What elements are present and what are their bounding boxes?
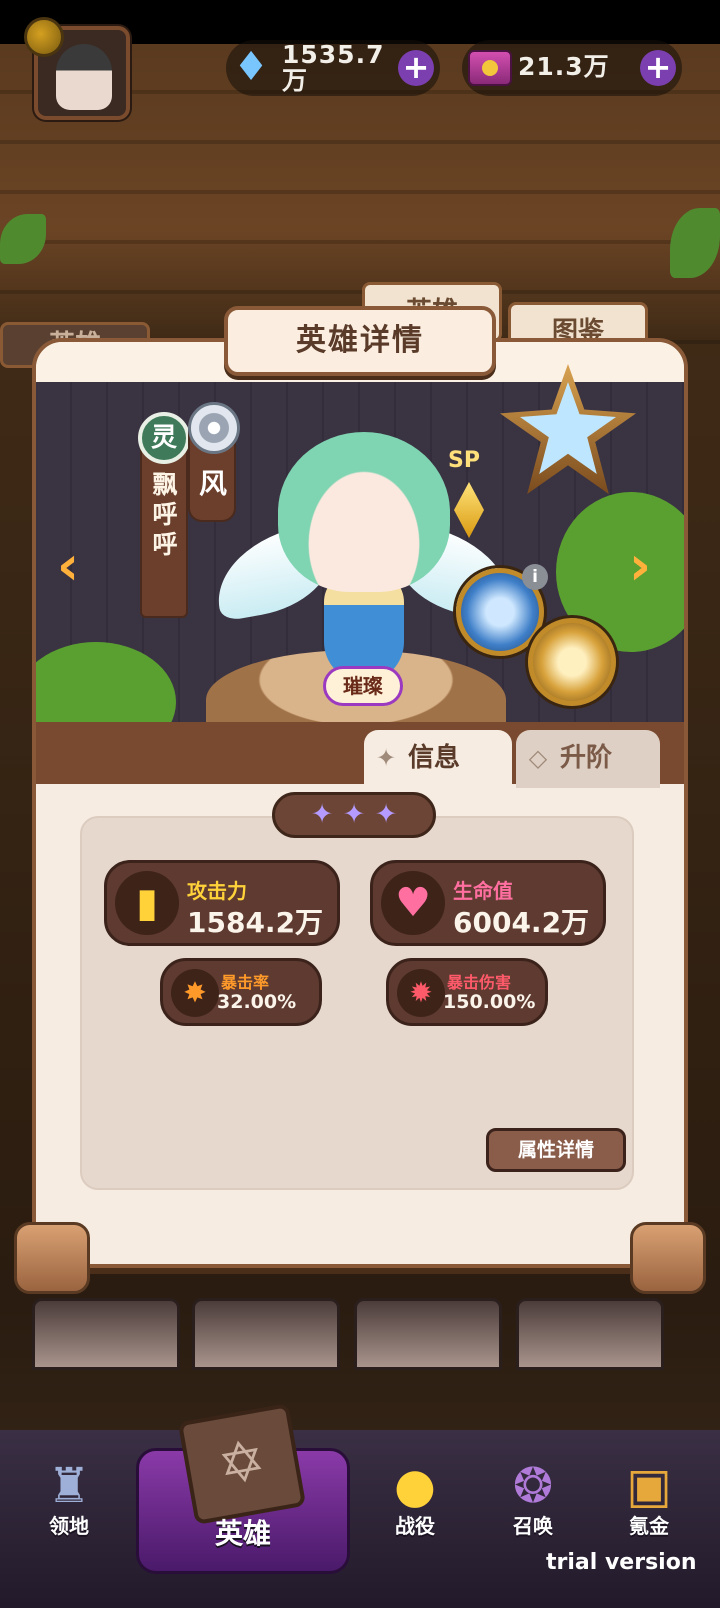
race-icon: 灵 — [138, 412, 190, 464]
hero-name: 飘呼呼 — [152, 470, 178, 559]
nav-battle[interactable]: ● 战役 — [360, 1446, 470, 1576]
crit-damage-icon: ✹ — [397, 969, 445, 1017]
avatar-portrait — [56, 44, 112, 110]
crit-rate-stat: ✸ 暴击率 32.00% — [160, 958, 322, 1026]
gem-value: 1535.7 万 — [282, 40, 385, 95]
tab-info-label: 信息 — [408, 743, 461, 773]
grade-label: SP — [448, 448, 480, 473]
diamond-outline-icon: ◇ — [528, 744, 548, 772]
hero-card[interactable] — [354, 1298, 502, 1370]
crit-damage-stat: ✹ 暴击伤害 150.00% — [386, 958, 548, 1026]
level-badge — [24, 17, 64, 57]
trial-watermark: trial version — [546, 1550, 697, 1575]
next-hero-arrow[interactable]: › — [620, 536, 660, 600]
wind-icon — [188, 402, 240, 454]
star-level-plate: ✦ ✦ ✦ — [272, 792, 436, 838]
tab-upgrade[interactable]: ◇ 升阶 — [516, 730, 660, 788]
attack-label: 攻击力 — [187, 879, 247, 903]
star-icon: ✦ — [374, 799, 398, 830]
crit-icon: ✸ — [171, 969, 219, 1017]
rarity-badge: 璀璨 — [323, 666, 403, 706]
hp-value: 6004.2万 — [453, 906, 590, 939]
crit-rate-value: 32.00% — [217, 991, 297, 1013]
hero-stage: 璀璨 灵 飘呼呼 风 SP ‹ › i — [36, 342, 684, 762]
hero-card[interactable] — [192, 1298, 340, 1370]
hp-label: 生命值 — [453, 879, 513, 903]
gem-counter: ♦ 1535.7 万 + — [226, 40, 440, 96]
nav-hero-label: 英雄 — [214, 1517, 271, 1550]
sparkle-icon: ✦ — [375, 744, 397, 772]
crit-damage-value: 150.00% — [443, 991, 536, 1013]
spellbook-icon: ✡ — [177, 1403, 307, 1525]
hero-detail-panel: 璀璨 灵 飘呼呼 风 SP ‹ › i ✦ 信息 ◇ 升阶 ✦ ✦ ✦ ▮ 攻击力 15… — [32, 338, 688, 1268]
ticket-icon — [468, 50, 512, 86]
crit-rate-label: 暴击率 — [221, 973, 270, 992]
ticket-counter: 21.3万 + — [462, 40, 682, 96]
nav-territory-label: 领地 — [49, 1514, 89, 1538]
hero-card[interactable] — [32, 1298, 180, 1370]
attack-icon: ▮ — [115, 871, 179, 935]
nav-battle-label: 战役 — [395, 1514, 435, 1538]
hp-stat: ♥ 生命值 6004.2万 — [370, 860, 606, 946]
tab-info[interactable]: ✦ 信息 — [364, 730, 512, 788]
element-label: 风 — [198, 467, 227, 500]
crit-damage-label: 暴击伤害 — [447, 973, 512, 992]
race-tag: 灵 飘呼呼 — [138, 412, 190, 618]
nav-summon-label: 召唤 — [513, 1514, 553, 1538]
tab-upgrade-label: 升阶 — [560, 743, 613, 773]
previous-hero-arrow[interactable]: ‹ — [48, 536, 88, 600]
star-icon: ✦ — [342, 799, 366, 830]
accessory-equip-slot[interactable] — [528, 618, 616, 706]
attack-value: 1584.2万 — [187, 906, 324, 939]
nav-territory[interactable]: ♜ 领地 — [14, 1446, 124, 1576]
add-tickets-button[interactable]: + — [640, 50, 676, 86]
add-gems-button[interactable]: + — [398, 50, 434, 86]
info-icon[interactable]: i — [522, 564, 548, 590]
hero-head — [278, 432, 450, 592]
attribute-details-button[interactable]: 属性详情 — [486, 1128, 626, 1172]
element-tag: 风 — [188, 402, 240, 522]
attack-stat: ▮ 攻击力 1584.2万 — [104, 860, 340, 946]
nav-krypton-label: 氪金 — [629, 1514, 669, 1538]
hero-card[interactable] — [516, 1298, 664, 1370]
scroll-curl-right — [630, 1222, 706, 1294]
ticket-value: 21.3万 — [518, 52, 610, 81]
scroll-curl-left — [14, 1222, 90, 1294]
heart-icon: ♥ — [381, 871, 445, 935]
diamond-icon: ♦ — [233, 44, 269, 90]
star-icon: ✦ — [310, 799, 334, 830]
panel-title: 英雄详情 — [224, 306, 496, 376]
